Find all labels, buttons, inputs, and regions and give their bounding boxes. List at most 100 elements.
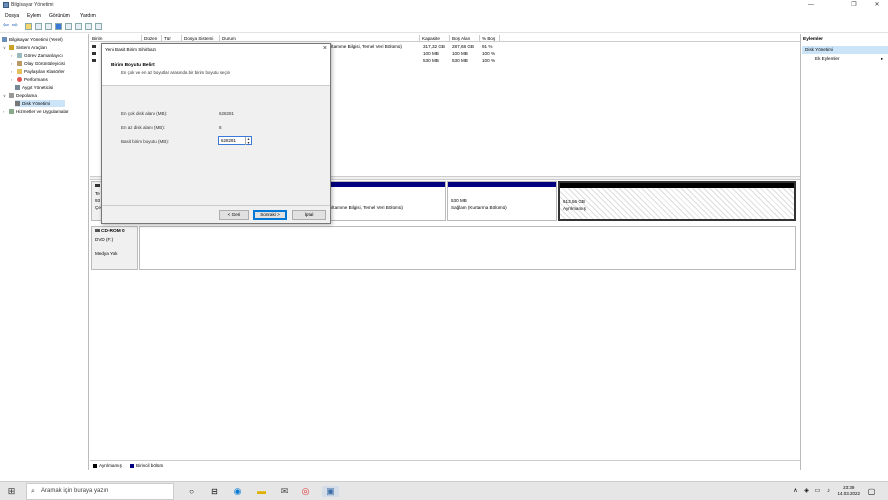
windows-start-icon[interactable]: ⊞ (6, 486, 17, 497)
cdrom-0-label[interactable]: CD-ROM 0 DVD (F:) Medya Yok (91, 226, 138, 270)
row-capacity: 530 MB (423, 58, 439, 63)
partition-unallocated[interactable]: 613,56 GB Ayrılmamış (558, 181, 796, 221)
col-filesystem[interactable]: Dosya Sistemi (182, 35, 220, 42)
col-status[interactable]: Durum (220, 35, 420, 42)
widgets-icon[interactable]: ⊟ (209, 486, 220, 497)
back-button[interactable]: < Geri (219, 210, 249, 220)
minimize-button[interactable]: — (800, 0, 822, 10)
menu-view[interactable]: Görünüm (49, 13, 70, 19)
col-layout[interactable]: Düzen (142, 35, 162, 42)
cdrom-partition[interactable] (139, 226, 796, 270)
new-simple-volume-wizard: Yeni Basit Birim Sihirbazı × Birim Boyut… (101, 43, 331, 224)
close-icon[interactable]: × (323, 45, 327, 52)
dialog-heading: Birim Boyutu Belirt (111, 63, 155, 68)
toolbar: ⇦ ⇨ (0, 21, 888, 33)
next-button[interactable]: Sonraki > (253, 210, 287, 220)
chrome-icon[interactable]: ◎ (300, 486, 311, 497)
spin-buttons[interactable]: ▲ ▼ (245, 137, 251, 145)
volume-list-header: Birim Düzen Tür Dosya Sistemi Durum Kapa… (90, 35, 800, 42)
actions-disk-management[interactable]: Disk Yönetimi (802, 46, 888, 54)
tree-system-tools[interactable]: ∨ Sistem Araçları (3, 44, 47, 51)
col-percent-free[interactable]: % Boş (480, 35, 500, 42)
file-explorer-icon[interactable]: ▬ (256, 486, 267, 497)
expand-chevron-icon[interactable]: › (11, 61, 15, 66)
battery-icon[interactable]: ▭ (812, 486, 823, 497)
actions-header: Eylemler (803, 37, 824, 42)
volume-icon (92, 59, 96, 62)
clock-date: 14.03.2022 (837, 491, 860, 496)
search-input[interactable]: ⌕ Aramak için buraya yazın (26, 483, 174, 500)
cancel-button[interactable]: İptal (292, 210, 326, 220)
col-type[interactable]: Tür (162, 35, 182, 42)
partition-recovery-status: Sağlam (Kurtarma Bölümü) (451, 205, 507, 210)
check-icon[interactable] (85, 23, 92, 30)
chevron-up-icon[interactable]: ∧ (790, 486, 801, 497)
tree-services[interactable]: › Hizmetler ve Uygulamalar (3, 108, 69, 115)
help-icon[interactable] (55, 23, 62, 30)
collapse-chevron-icon[interactable]: ∨ (3, 45, 7, 50)
tree-device-manager-label: Aygıt Yöneticisi (22, 85, 54, 90)
partition-main[interactable]: ıltamme Bilgisi, Temel Veri Bölümü) (330, 181, 446, 221)
tree-task-scheduler[interactable]: › Görev Zamanlayıcı (11, 52, 63, 59)
volume-icon[interactable]: ♪ (823, 486, 834, 497)
menu-help[interactable]: Yardım (80, 13, 96, 19)
network-icon[interactable]: ◈ (801, 486, 812, 497)
cdrom-title-label: CD-ROM 0 (101, 229, 125, 234)
tree-root[interactable]: Bilgisayar Yönetimi (Yerel) (2, 36, 63, 43)
menu-file[interactable]: Dosya (5, 13, 19, 19)
show-tree-icon[interactable] (35, 23, 42, 30)
expand-chevron-icon[interactable]: › (3, 109, 7, 114)
forward-arrow-icon[interactable]: ⇨ (12, 22, 18, 30)
col-free[interactable]: Boş Alan (450, 35, 480, 42)
tree-task-scheduler-label: Görev Zamanlayıcı (24, 53, 63, 58)
tree-performance[interactable]: › Performans (11, 76, 48, 83)
col-volume[interactable]: Birim (90, 35, 142, 42)
tree-shared-folders[interactable]: › Paylaşılan Klasörler (11, 68, 65, 75)
col-capacity[interactable]: Kapasite (420, 35, 450, 42)
unallocated-status: Ayrılmamış (563, 206, 586, 211)
folder-up-icon[interactable] (25, 23, 32, 30)
disk-icon (95, 184, 100, 187)
cdrom-drive: DVD (F:) (95, 237, 114, 242)
navigation-tree: Bilgisayar Yönetimi (Yerel) ∨ Sistem Ara… (0, 34, 89, 470)
volume-size-value: 628281 (221, 138, 237, 143)
max-size-label: En çok disk alanı (MB): (121, 111, 168, 116)
mail-icon[interactable]: ✉ (279, 486, 290, 497)
partition-recovery[interactable]: 530 MB Sağlam (Kurtarma Bölümü) (447, 181, 557, 221)
clock-icon (17, 53, 22, 58)
clock[interactable]: 23:39 14.03.2022 (837, 485, 860, 497)
properties-icon[interactable] (45, 23, 52, 30)
computer-management-taskbar-icon[interactable]: ▣ (322, 486, 339, 497)
disk-icon (15, 101, 20, 106)
task-view-icon[interactable]: ○ (186, 486, 197, 497)
tree-storage[interactable]: ∨ Depolama (3, 92, 37, 99)
cdrom-title: CD-ROM 0 (95, 229, 125, 234)
actions-more[interactable]: Ek Eylemler (815, 56, 840, 61)
cdrom-media: Medya Yok (95, 251, 118, 256)
refresh-icon[interactable] (75, 23, 82, 30)
edge-icon[interactable]: ◉ (232, 486, 243, 497)
expand-chevron-icon[interactable]: › (11, 69, 15, 74)
tree-device-manager[interactable]: Aygıt Yöneticisi (15, 84, 53, 91)
expand-chevron-icon[interactable]: › (11, 53, 15, 58)
disk-layout-pane: Te 93 Çe ıltamme Bilgisi, Temel Veri Böl… (90, 181, 800, 471)
tree-disk-management[interactable]: Disk Yönetimi (15, 100, 65, 107)
collapse-chevron-icon[interactable]: ∨ (3, 93, 7, 98)
menu-action[interactable]: Eylem (27, 13, 41, 19)
list-view-icon[interactable] (65, 23, 72, 30)
tree-storage-label: Depolama (16, 93, 37, 98)
row-free: 287,68 GB (452, 44, 474, 49)
dialog-title-bar: Yeni Basit Birim Sihirbazı × (102, 44, 330, 55)
close-button[interactable]: ✕ (866, 0, 888, 10)
export-icon[interactable] (95, 23, 102, 30)
volume-size-stepper[interactable]: 628281 ▲ ▼ (218, 136, 252, 145)
notifications-icon[interactable]: ▢ (866, 486, 877, 497)
partition-bar (331, 182, 445, 187)
back-arrow-icon[interactable]: ⇦ (3, 22, 9, 30)
maximize-button[interactable]: ❐ (843, 0, 865, 10)
partition-main-status: ıltamme Bilgisi, Temel Veri Bölümü) (331, 205, 403, 210)
submenu-arrow-icon[interactable]: ▸ (881, 56, 883, 62)
tree-event-viewer[interactable]: › Olay Görüntüleyicisi (11, 60, 65, 67)
expand-chevron-icon[interactable]: › (11, 77, 15, 82)
search-placeholder: Aramak için buraya yazın (41, 488, 109, 494)
